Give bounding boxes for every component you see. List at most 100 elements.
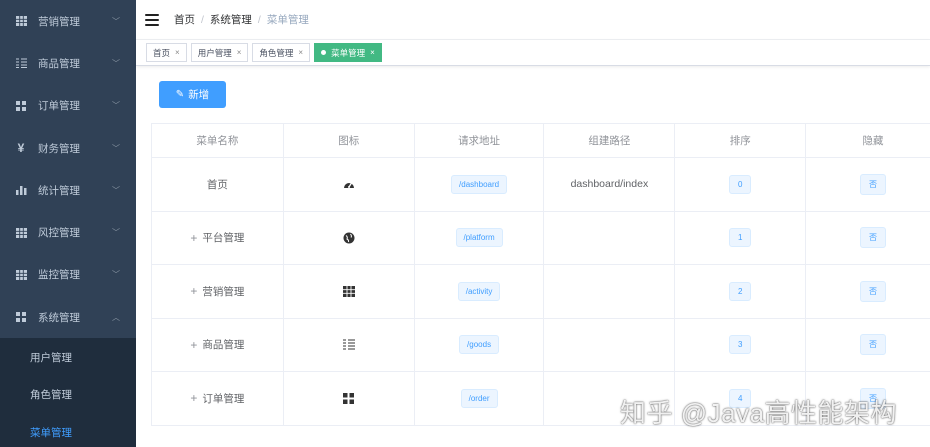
expand-icon[interactable]: + [190, 284, 197, 298]
tag-label: 菜单管理 [331, 47, 366, 58]
apps-icon [14, 99, 28, 113]
close-icon[interactable]: × [298, 48, 303, 57]
sidebar-item-risk[interactable]: 风控管理 ﹀ [0, 211, 136, 253]
grid-icon [14, 14, 28, 28]
hidden-cell: 否 [806, 158, 930, 212]
chevron-down-icon: ﹀ [112, 143, 120, 153]
add-button-label: 新增 [188, 89, 210, 101]
hidden-cell: 否 [806, 319, 930, 372]
apps-icon [342, 391, 356, 405]
tag-users[interactable]: 用户管理 × [190, 43, 249, 62]
sidebar-item-label: 订单管理 [38, 100, 80, 113]
sidebar-item-monitor[interactable]: 监控管理 ﹀ [0, 254, 136, 296]
list-icon [342, 338, 356, 352]
path-cell: /dashboard [414, 158, 545, 212]
add-button[interactable]: ✎ 新增 [159, 81, 226, 108]
hidden-cell: 否 [806, 212, 930, 265]
hidden-tag: 否 [860, 173, 887, 195]
table-row[interactable]: + 营销管理 /activity 2 否 [152, 265, 930, 319]
table-row[interactable]: + 平台管理 /platform 1 否 [152, 211, 930, 265]
path-cell: /activity [414, 265, 545, 319]
globe-icon [342, 231, 356, 245]
hamburger-icon[interactable] [145, 13, 159, 26]
column-header: 菜单名称 [152, 124, 284, 158]
breadcrumb-home[interactable]: 首页 [174, 12, 195, 27]
sidebar-item-statistics[interactable]: 统计管理 ﹀ [0, 169, 136, 211]
menu-name: 平台管理 [202, 232, 245, 245]
menu-name: 营销管理 [202, 285, 245, 298]
edit-icon: ✎ [175, 89, 185, 100]
sidebar-item-label: 营销管理 [38, 15, 80, 28]
expand-icon[interactable]: + [190, 231, 197, 245]
close-icon[interactable]: × [370, 48, 375, 57]
sort-tag: 1 [729, 228, 752, 248]
sidebar-item-goods[interactable]: 商品管理 ﹀ [0, 42, 136, 84]
component-cell [544, 265, 676, 319]
sidebar-item-label: 风控管理 [38, 227, 80, 240]
component-cell: dashboard/index [544, 158, 676, 212]
tags-view: 首页 × 用户管理 × 角色管理 × 菜单管理 × [136, 40, 930, 66]
expand-icon[interactable]: + [190, 391, 197, 405]
path-tag: /platform [455, 228, 503, 248]
sidebar-item-marketing[interactable]: 营销管理 ﹀ [0, 0, 136, 42]
table-row[interactable]: 首页 /dashboard dashboard/index 0 否 [152, 158, 930, 212]
grid-icon [342, 284, 356, 298]
table-header-row: 菜单名称 图标 请求地址 组建路径 排序 隐藏 [152, 124, 930, 158]
icon-cell [283, 158, 415, 212]
list-icon [14, 56, 28, 70]
breadcrumb-separator: / [201, 13, 204, 26]
path-tag: /order [460, 388, 498, 408]
active-dot-icon [321, 50, 327, 55]
path-cell: /platform [414, 211, 545, 265]
bar-chart-icon [14, 183, 28, 197]
tag-roles[interactable]: 角色管理 × [252, 43, 311, 62]
sidebar-item-label: 监控管理 [38, 269, 80, 282]
tag-menus[interactable]: 菜单管理 × [314, 43, 382, 62]
menu-name-cell: 首页 [152, 158, 284, 212]
icon-cell [283, 372, 415, 426]
table-row[interactable]: + 商品管理 /goods 3 否 [152, 318, 930, 372]
path-cell: /order [414, 372, 545, 426]
breadcrumb-system[interactable]: 系统管理 [210, 12, 252, 27]
sidebar-item-label: 商品管理 [38, 57, 80, 70]
sidebar-item-system[interactable]: 系统管理 ︿ [0, 296, 136, 338]
menu-name-cell: + 平台管理 [152, 211, 284, 265]
column-header: 组建路径 [544, 124, 676, 158]
hidden-cell: 否 [806, 265, 930, 319]
sidebar-item-roles[interactable]: 角色管理 [0, 376, 136, 414]
breadcrumb-current: 菜单管理 [266, 14, 309, 26]
sort-tag: 0 [729, 174, 752, 194]
sidebar-item-finance[interactable]: ¥ 财务管理 ﹀ [0, 127, 136, 169]
sidebar-item-orders[interactable]: 订单管理 ﹀ [0, 85, 136, 127]
navbar: 首页 / 系统管理 / 菜单管理 [136, 0, 930, 40]
chevron-down-icon: ﹀ [112, 228, 120, 238]
expand-icon[interactable]: + [190, 338, 197, 352]
sidebar-item-menus[interactable]: 菜单管理 [0, 413, 136, 447]
tag-home[interactable]: 首页 × [146, 43, 187, 62]
sidebar-item-users[interactable]: 用户管理 [0, 338, 136, 376]
tag-label: 首页 [153, 47, 171, 58]
close-icon[interactable]: × [237, 48, 242, 57]
sidebar-item-label: 系统管理 [38, 311, 80, 324]
grid-icon [14, 268, 28, 282]
path-tag: /activity [457, 281, 501, 301]
sidebar-item-label: 财务管理 [38, 142, 80, 155]
watermark: 知乎 @Java高性能架构 [620, 398, 898, 428]
sort-cell: 3 [675, 318, 807, 372]
sidebar-item-label: 统计管理 [38, 184, 80, 197]
sidebar: 营销管理 ﹀ 商品管理 ﹀ 订单管理 ﹀ ¥ 财务管理 ﹀ 统计管理 ﹀ 风控管… [0, 0, 136, 447]
icon-cell [283, 318, 415, 372]
column-header: 排序 [675, 124, 807, 158]
breadcrumb: 首页 / 系统管理 / 菜单管理 [174, 12, 309, 27]
system-submenu: 用户管理 角色管理 菜单管理 [0, 338, 136, 447]
path-tag: /dashboard [451, 174, 508, 194]
path-tag: /goods [459, 335, 500, 355]
sort-tag: 2 [729, 281, 752, 301]
close-icon[interactable]: × [175, 48, 180, 57]
chevron-down-icon: ﹀ [112, 58, 120, 68]
yen-icon: ¥ [17, 141, 25, 156]
column-header: 图标 [283, 124, 415, 158]
menu-name-cell: + 商品管理 [152, 318, 284, 372]
icon-cell [283, 211, 415, 265]
sort-cell: 2 [675, 265, 807, 319]
